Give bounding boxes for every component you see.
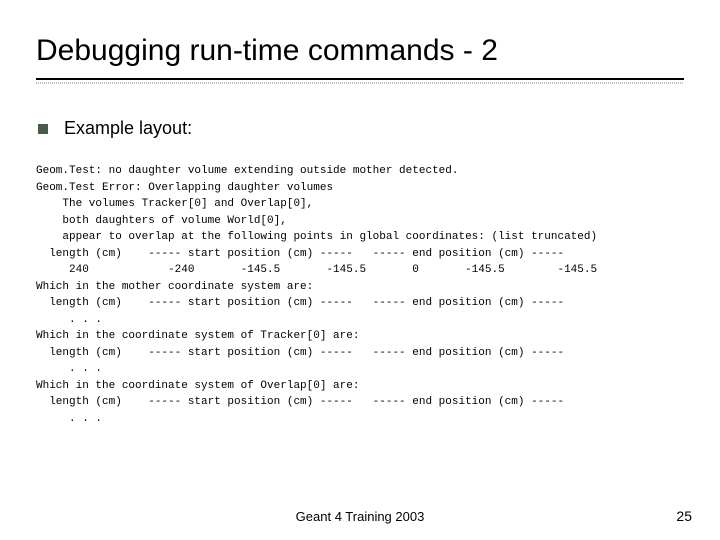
page-number: 25 bbox=[676, 508, 692, 524]
footer-center: Geant 4 Training 2003 bbox=[0, 509, 720, 524]
code-block: Geom.Test: no daughter volume extending … bbox=[36, 163, 684, 427]
bullet-text: Example layout: bbox=[64, 118, 192, 139]
slide-title: Debugging run-time commands - 2 bbox=[36, 34, 684, 68]
title-subrule bbox=[36, 82, 684, 84]
bullet-row: Example layout: bbox=[38, 118, 684, 139]
slide: Debugging run-time commands - 2 Example … bbox=[0, 0, 720, 540]
title-rule bbox=[36, 78, 684, 80]
square-bullet-icon bbox=[38, 124, 48, 134]
